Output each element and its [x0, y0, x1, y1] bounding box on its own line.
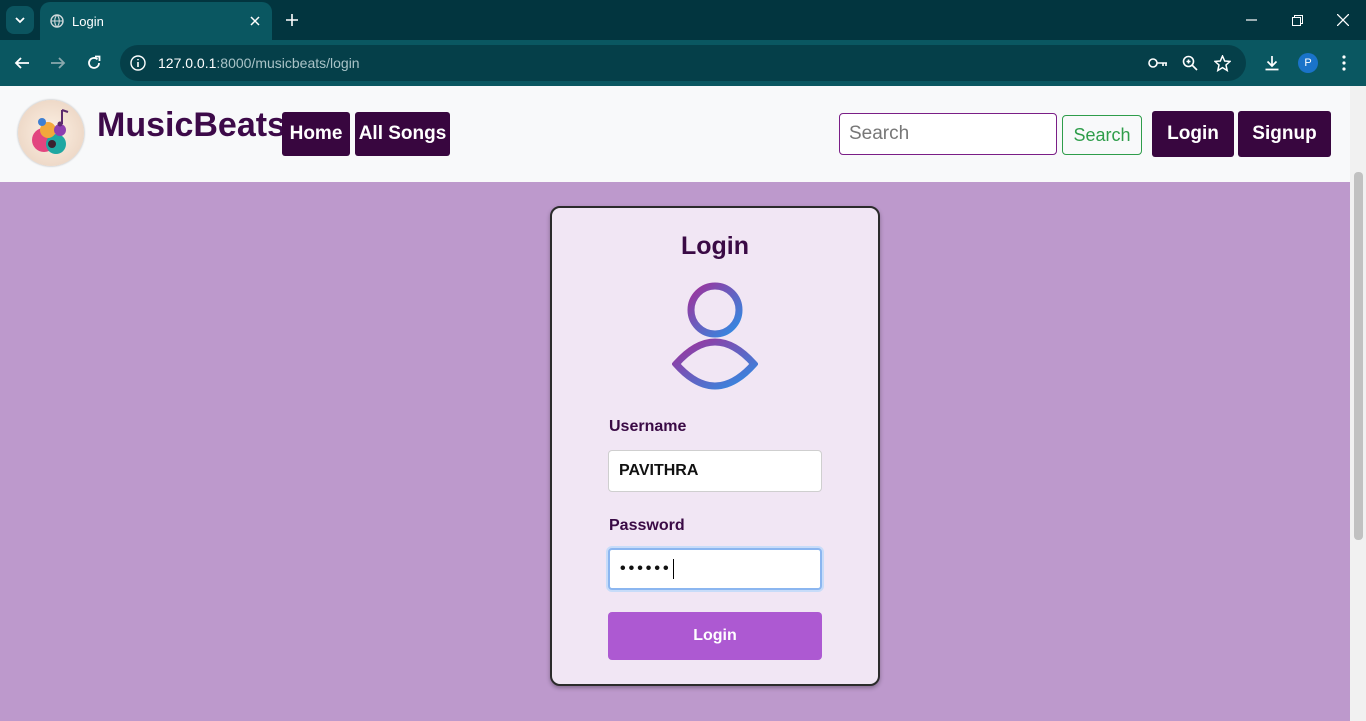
text-caret — [672, 559, 674, 579]
browser-tab-strip: Login — [0, 0, 1366, 40]
site-navbar: MusicBeats Home All Songs Search Login S… — [0, 86, 1350, 182]
new-tab-button[interactable] — [282, 10, 302, 30]
username-field[interactable]: PAVITHRA — [608, 450, 822, 492]
arrow-right-icon — [51, 57, 66, 69]
site-logo[interactable] — [18, 100, 84, 166]
password-masked-value: •••••• — [620, 560, 672, 577]
tab-search-button[interactable] — [6, 6, 34, 34]
page-scrollbar[interactable] — [1350, 86, 1366, 721]
nav-all-songs-button[interactable]: All Songs — [355, 112, 450, 156]
plus-icon — [286, 14, 298, 26]
close-icon — [1337, 14, 1349, 26]
minimize-button[interactable] — [1228, 8, 1274, 32]
username-value: PAVITHRA — [619, 462, 699, 479]
profile-avatar[interactable]: P — [1298, 53, 1318, 73]
restore-icon — [1291, 14, 1303, 26]
minimize-icon — [1245, 19, 1257, 21]
url-host: 127.0.0.1 — [158, 55, 217, 71]
address-bar[interactable]: 127.0.0.1:8000/musicbeats/login — [120, 45, 1246, 81]
bookmark-star-icon[interactable] — [1212, 53, 1232, 73]
zoom-icon[interactable] — [1180, 53, 1200, 73]
tab-close-icon[interactable] — [246, 12, 264, 30]
browser-tab[interactable]: Login — [40, 2, 272, 40]
nav-signup-button[interactable]: Signup — [1238, 111, 1331, 157]
back-button[interactable] — [10, 51, 34, 75]
login-card: Login Username PAVITHRA Password •••••• … — [550, 206, 880, 686]
url-text: 127.0.0.1:8000/musicbeats/login — [158, 55, 360, 71]
reload-icon — [88, 55, 101, 69]
login-submit-button[interactable]: Login — [608, 612, 822, 660]
close-window-button[interactable] — [1320, 8, 1366, 32]
downloads-button[interactable] — [1260, 51, 1284, 75]
download-icon — [1265, 56, 1279, 71]
password-field[interactable]: •••••• — [608, 548, 822, 590]
browser-toolbar: 127.0.0.1:8000/musicbeats/login P — [0, 40, 1366, 86]
search-button[interactable]: Search — [1062, 115, 1142, 155]
nav-home-button[interactable]: Home — [282, 112, 350, 156]
search-input[interactable] — [839, 113, 1057, 155]
login-card-title: Login — [680, 232, 750, 260]
site-brand[interactable]: MusicBeats — [97, 106, 286, 145]
user-avatar-icon — [672, 282, 758, 390]
restore-button[interactable] — [1274, 8, 1320, 32]
globe-icon — [50, 14, 64, 28]
browser-menu-button[interactable] — [1332, 51, 1356, 75]
chevron-down-icon — [15, 17, 25, 24]
tab-title: Login — [72, 14, 104, 29]
username-label: Username — [609, 418, 687, 435]
site-info-icon[interactable] — [128, 53, 148, 73]
page-viewport: MusicBeats Home All Songs Search Login S… — [0, 86, 1366, 721]
kebab-menu-icon — [1342, 55, 1346, 71]
music-splash-logo-icon — [18, 100, 84, 166]
password-label: Password — [609, 517, 685, 534]
scrollbar-thumb[interactable] — [1354, 172, 1363, 540]
url-path: :8000/musicbeats/login — [216, 55, 360, 71]
nav-login-button[interactable]: Login — [1152, 111, 1234, 157]
password-key-icon[interactable] — [1148, 53, 1168, 73]
forward-button[interactable] — [46, 51, 70, 75]
arrow-left-icon — [14, 57, 29, 69]
reload-button[interactable] — [82, 51, 106, 75]
